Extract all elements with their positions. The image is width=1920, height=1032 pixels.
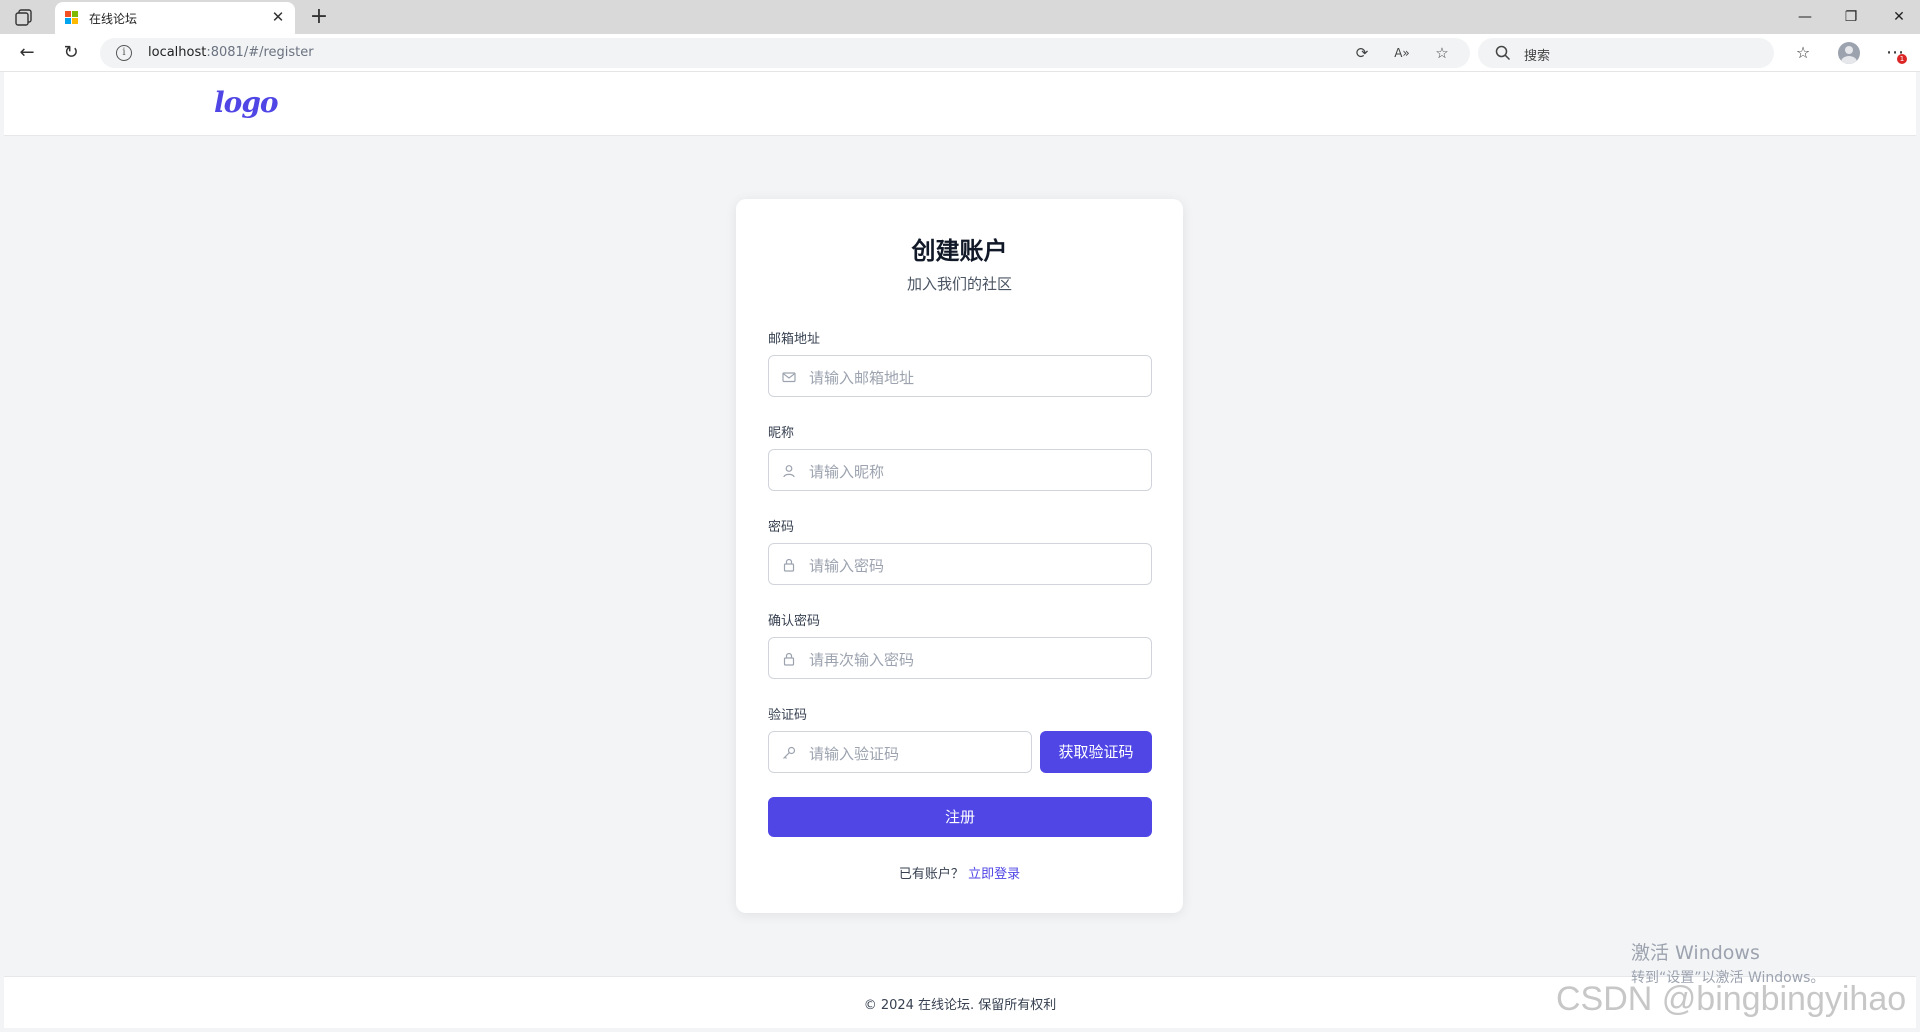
favorite-star-icon[interactable]: ☆ xyxy=(1432,43,1452,63)
restore-icon[interactable]: ❐ xyxy=(1836,6,1866,28)
login-link[interactable]: 立即登录 xyxy=(968,867,1020,882)
tab-actions-icon[interactable] xyxy=(14,8,36,26)
email-placeholder: 请输入邮箱地址 xyxy=(809,369,915,387)
captcha-label: 验证码 xyxy=(768,708,808,723)
address-url[interactable]: localhost:8081/#/register xyxy=(148,45,314,60)
site-logo[interactable]: logo xyxy=(214,86,279,119)
login-prompt: 已有账户？ 立即登录 xyxy=(736,863,1183,882)
address-bar[interactable]: i localhost:8081/#/register ⟳ A» ☆ xyxy=(100,38,1470,68)
nickname-field[interactable]: 请输入昵称 xyxy=(768,449,1152,491)
tab-title: 在线论坛 xyxy=(89,12,138,26)
get-captcha-button[interactable]: 获取验证码 xyxy=(1040,731,1152,773)
have-account-text: 已有账户？ xyxy=(898,867,964,882)
lock-icon xyxy=(783,558,795,572)
confirm-password-field[interactable]: 请再次输入密码 xyxy=(768,637,1152,679)
captcha-field[interactable]: 请输入验证码 xyxy=(768,731,1032,773)
read-aloud-icon[interactable]: A» xyxy=(1392,43,1412,63)
favorites-list-icon[interactable]: ☆ xyxy=(1790,40,1816,66)
browser-tab-active[interactable]: 在线论坛 ✕ xyxy=(55,2,295,34)
confirm-password-label: 确认密码 xyxy=(768,614,821,629)
browser-tab-bar: 在线论坛 ✕ + — ❐ ✕ xyxy=(0,0,1920,34)
password-placeholder: 请输入密码 xyxy=(809,557,885,575)
register-card: 创建账户 加入我们的社区 邮箱地址 请输入邮箱地址 昵称 请输入昵称 密码 请输… xyxy=(736,199,1183,913)
search-icon xyxy=(1495,45,1511,61)
email-label: 邮箱地址 xyxy=(768,332,821,347)
close-tab-icon[interactable]: ✕ xyxy=(269,8,287,26)
user-icon xyxy=(783,465,795,478)
email-field[interactable]: 请输入邮箱地址 xyxy=(768,355,1152,397)
profile-avatar-icon[interactable] xyxy=(1838,42,1860,64)
nickname-placeholder: 请输入昵称 xyxy=(809,463,885,481)
new-tab-button[interactable]: + xyxy=(306,4,332,30)
back-arrow-icon[interactable]: ← xyxy=(14,40,40,66)
site-info-icon[interactable]: i xyxy=(116,45,132,61)
translate-icon[interactable]: ⟳ xyxy=(1352,43,1372,63)
csdn-watermark: CSDN @bingbingyihao xyxy=(1556,980,1907,1018)
confirm-password-placeholder: 请再次输入密码 xyxy=(809,651,915,669)
browser-toolbar: ← ↻ i localhost:8081/#/register ⟳ A» ☆ 搜… xyxy=(0,34,1920,72)
refresh-icon[interactable]: ↻ xyxy=(58,40,84,66)
notification-badge: 1 xyxy=(1897,54,1907,64)
activation-title: 激活 Windows xyxy=(1631,942,1760,964)
lock-icon xyxy=(783,652,795,666)
page-title: 创建账户 xyxy=(911,237,1008,265)
mail-icon xyxy=(782,372,796,383)
search-placeholder: 搜索 xyxy=(1524,49,1551,64)
password-label: 密码 xyxy=(768,520,795,535)
close-window-icon[interactable]: ✕ xyxy=(1884,6,1914,28)
password-field[interactable]: 请输入密码 xyxy=(768,543,1152,585)
page-subtitle: 加入我们的社区 xyxy=(906,275,1012,293)
windows-logo-icon xyxy=(65,11,79,25)
nickname-label: 昵称 xyxy=(768,426,795,441)
register-button[interactable]: 注册 xyxy=(768,797,1152,837)
browser-search-box[interactable]: 搜索 xyxy=(1478,38,1774,68)
site-header: logo xyxy=(4,72,1916,136)
minimize-icon[interactable]: — xyxy=(1790,6,1820,28)
key-icon xyxy=(783,746,796,759)
captcha-placeholder: 请输入验证码 xyxy=(809,745,900,763)
